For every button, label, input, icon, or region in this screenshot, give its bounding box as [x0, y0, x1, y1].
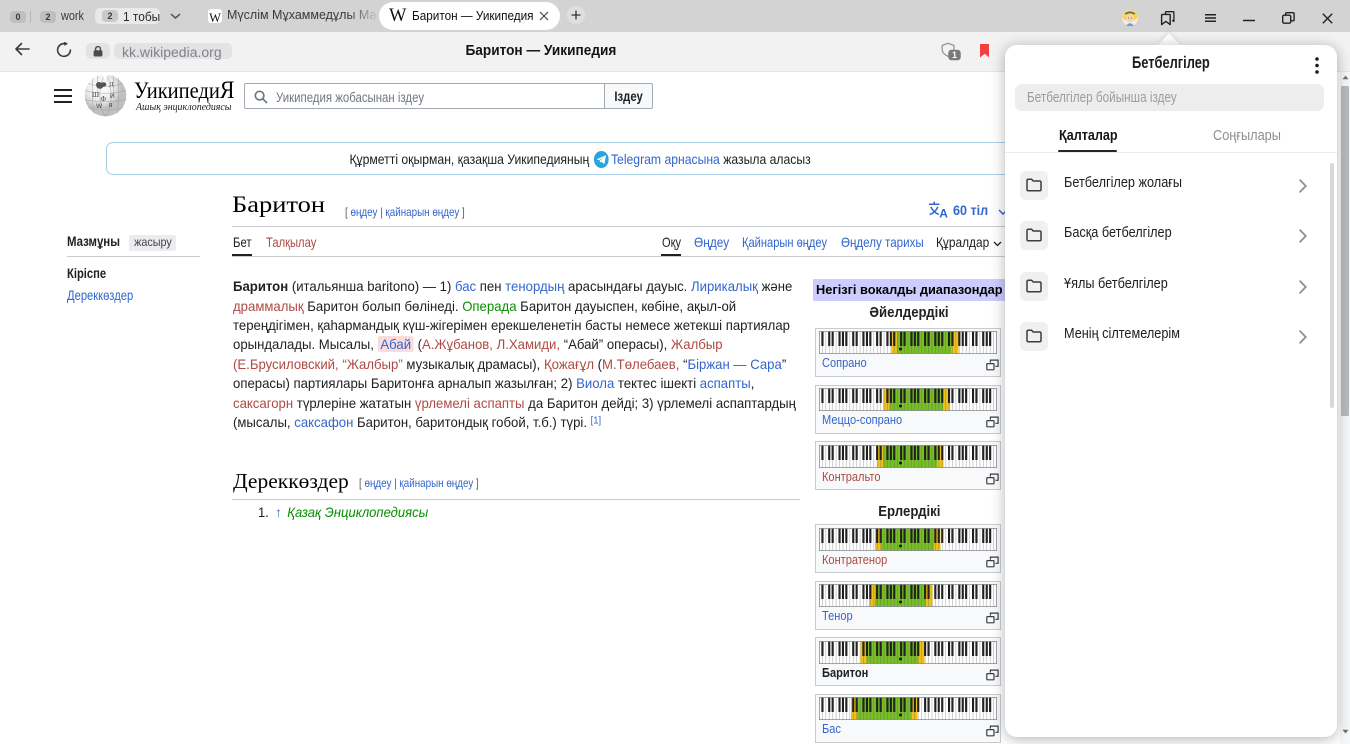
svg-text:Я: Я [109, 103, 113, 109]
svg-text:A: A [939, 206, 948, 218]
svg-text:Ф: Ф [101, 95, 107, 103]
svg-text:1: 1 [952, 50, 957, 60]
svg-text:Д: Д [109, 81, 114, 88]
svg-text:Ш: Ш [92, 91, 99, 99]
svg-text:И: И [110, 93, 115, 100]
svg-text:W: W [96, 103, 103, 110]
